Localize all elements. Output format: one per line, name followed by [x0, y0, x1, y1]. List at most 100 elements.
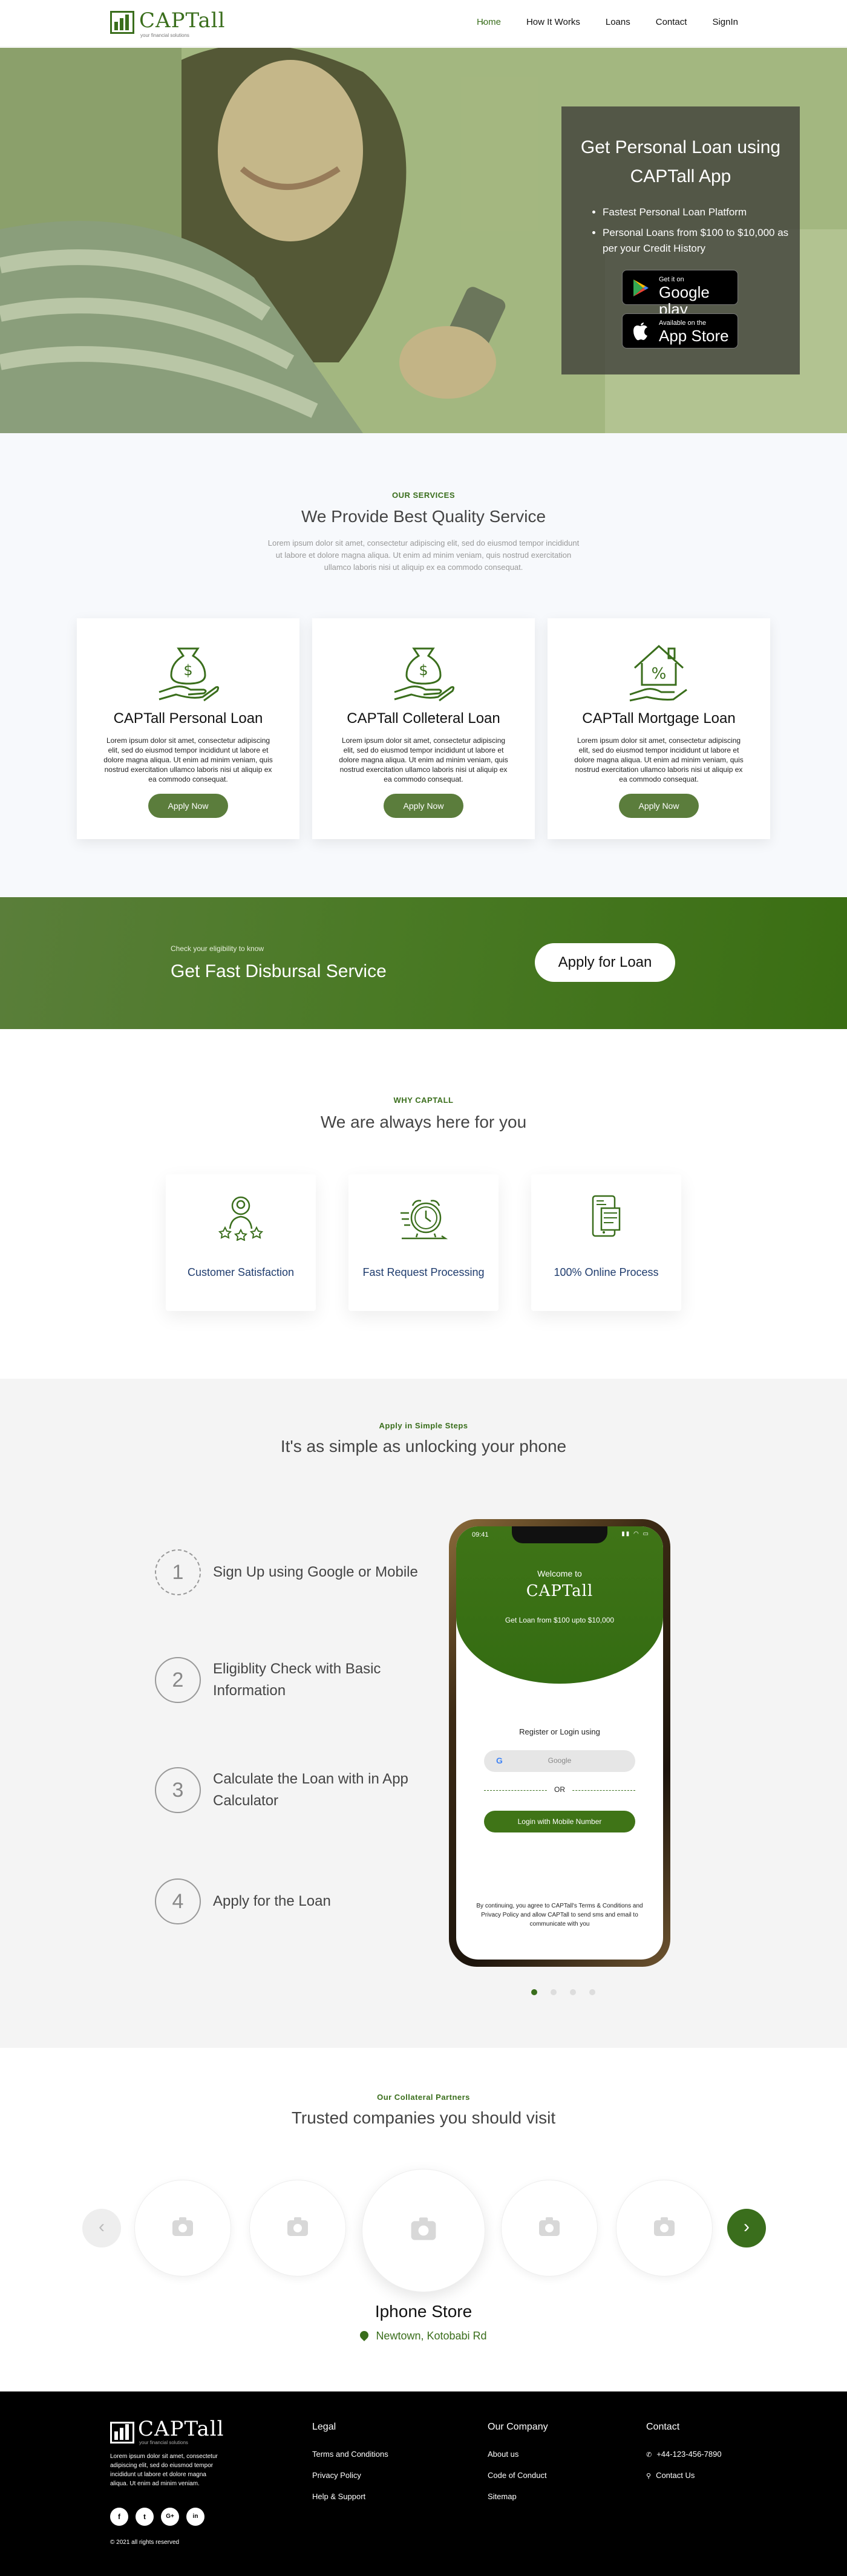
carousel-dot[interactable] [531, 1989, 537, 1995]
nav-signin[interactable]: SignIn [712, 17, 738, 27]
footer-phone[interactable]: ✆ +44-123-456-7890 [646, 2450, 722, 2459]
facebook-icon[interactable]: f [110, 2508, 128, 2526]
apply-now-button[interactable]: Apply Now [148, 794, 228, 818]
signal-battery-icon: ▮▮ ◠ ▭ [621, 1531, 650, 1537]
cta-band: Check your eligibility to know Get Fast … [0, 897, 847, 1029]
nav-contact[interactable]: Contact [656, 17, 687, 27]
mobile-document-icon [592, 1195, 621, 1237]
phone-or-label: OR [548, 1785, 572, 1794]
phone-google-button[interactable]: G Google [484, 1750, 635, 1772]
service-card-title: CAPTall Colleteral Loan [347, 710, 500, 727]
carousel-dot[interactable] [570, 1989, 576, 1995]
step-number: 1 [155, 1549, 201, 1595]
why-card-label: Fast Request Processing [362, 1266, 485, 1278]
hero-bullet: Personal Loans from $100 to $10,000 as p… [603, 225, 800, 257]
google-plus-icon[interactable]: G+ [161, 2508, 179, 2526]
google-play-button[interactable]: Get it on Google play [622, 270, 738, 318]
footer-tagline: your financial solutions [139, 2440, 188, 2445]
footer-about: Lorem ipsum dolor sit amet, consectetur … [110, 2453, 218, 2487]
carousel-dot[interactable] [589, 1989, 595, 1995]
service-card-mortgage: % CAPTall Mortgage Loan Lorem ipsum dolo… [548, 618, 770, 839]
award-stars-icon [218, 1196, 264, 1241]
hero-bullets: Fastest Personal Loan Platform Personal … [603, 204, 800, 257]
footer-col-title: Our Company [488, 2422, 548, 2432]
apply-now-button[interactable]: Apply Now [619, 794, 699, 818]
service-card-collateral: $ CAPTall Colleteral Loan Lorem ipsum do… [312, 618, 535, 839]
steps-section: Apply in Simple Steps It's as simple as … [0, 1379, 847, 2048]
step-number: 2 [155, 1657, 201, 1703]
camera-icon [411, 2217, 436, 2240]
phone-icon: ✆ [646, 2451, 652, 2459]
carousel-dots [531, 1989, 595, 1995]
footer-logo-bars-icon [110, 2422, 134, 2444]
phone-number: +44-123-456-7890 [656, 2450, 722, 2459]
money-bag-hand-icon: $ [159, 647, 220, 702]
brand-name: CAPTall [139, 8, 226, 33]
service-card-title: CAPTall Mortgage Loan [582, 710, 736, 727]
partner-logo[interactable] [501, 2180, 598, 2277]
phone-mockup: 09:41 ▮▮ ◠ ▭ Welcome to CAPTall Get Loan… [449, 1519, 670, 1967]
service-card-body: Lorem ipsum dolor sit amet, consectetur … [574, 736, 744, 783]
apply-now-button[interactable]: Apply Now [384, 794, 463, 818]
steps-kicker: Apply in Simple Steps [379, 1421, 468, 1430]
why-card-satisfaction: Customer Satisfaction [166, 1174, 316, 1311]
footer-link-sitemap[interactable]: Sitemap [488, 2492, 548, 2501]
partner-logo[interactable] [616, 2180, 713, 2277]
footer-link-conduct[interactable]: Code of Conduct [488, 2471, 548, 2480]
partners-title: Trusted companies you should visit [291, 2108, 556, 2127]
phone-google-label: Google [548, 1756, 572, 1765]
service-card-body: Lorem ipsum dolor sit amet, consectetur … [339, 736, 508, 783]
apply-for-loan-button[interactable]: Apply for Loan [535, 943, 675, 982]
brand-logo[interactable]: CAPTall your financial solutions [110, 8, 243, 38]
carousel-dot[interactable] [551, 1989, 557, 1995]
step-text: Apply for the Loan [213, 1893, 331, 1909]
nav-how-it-works[interactable]: How It Works [526, 17, 580, 27]
footer-contact-col: Contact ✆ +44-123-456-7890 ⚲ Contact Us [646, 2422, 722, 2492]
location-icon: ⚲ [646, 2473, 652, 2480]
services-title: We Provide Best Quality Service [301, 507, 546, 526]
services-lead: Lorem ipsum dolor sit amet, consectetur … [267, 538, 580, 572]
app-store-button[interactable]: Available on the App Store [622, 313, 738, 348]
google-play-label: Google play [659, 283, 710, 318]
step-text: Eligiblity Check with Basic Information [213, 1661, 381, 1699]
app-store-label: App Store [659, 327, 729, 345]
instagram-icon[interactable]: in [186, 2508, 204, 2526]
footer-link-about[interactable]: About us [488, 2450, 548, 2459]
alarm-clock-icon [401, 1200, 448, 1240]
copyright: © 2021 all rights reserved [110, 2539, 180, 2546]
partners-section: Our Collateral Partners Trusted companie… [0, 2048, 847, 2391]
svg-text:$: $ [183, 662, 192, 679]
hero-bullet: Fastest Personal Loan Platform [603, 204, 800, 220]
nav-loans[interactable]: Loans [606, 17, 630, 27]
cta-kicker: Check your eligibility to know [171, 944, 264, 953]
main-nav: Home ⌄ How It Works Loans Contact SignIn [476, 17, 738, 27]
site-footer: CAPTall your financial solutions Lorem i… [0, 2391, 847, 2576]
why-card-label: Customer Satisfaction [187, 1266, 295, 1278]
footer-company-col: Our Company About us Code of Conduct Sit… [488, 2422, 548, 2513]
partner-logo[interactable] [134, 2180, 231, 2277]
steps-title: It's as simple as unlocking your phone [280, 1437, 567, 1456]
why-section: WHY CAPTALL We are always here for you C… [0, 1029, 847, 1379]
phone-terms: By continuing, you agree to CAPTall's Te… [476, 1903, 643, 1927]
partner-logo-featured[interactable] [362, 2169, 485, 2292]
footer-link-terms[interactable]: Terms and Conditions [312, 2450, 388, 2459]
carousel-prev-button[interactable]: ‹ [82, 2209, 121, 2247]
money-bag-hand-icon: $ [394, 647, 455, 702]
footer-link-privacy[interactable]: Privacy Policy [312, 2471, 388, 2480]
services-kicker: OUR SERVICES [391, 491, 455, 500]
partner-logo[interactable] [249, 2180, 346, 2277]
step-item: 4 Apply for the Loan [155, 1878, 433, 1924]
carousel-next-button[interactable]: › [727, 2209, 766, 2247]
footer-col-title: Legal [312, 2422, 336, 2432]
why-card-label: 100% Online Process [554, 1266, 659, 1278]
footer-link-help[interactable]: Help & Support [312, 2492, 388, 2501]
featured-partner-name: Iphone Store [374, 2302, 473, 2321]
footer-contact-link[interactable]: ⚲ Contact Us [646, 2471, 722, 2480]
hero-card: Get Personal Loan using CAPTall App Fast… [561, 106, 800, 374]
hero-section: Get Personal Loan using CAPTall App Fast… [0, 48, 847, 433]
services-section: OUR SERVICES We Provide Best Quality Ser… [0, 433, 847, 897]
phone-mobile-login-button[interactable]: Login with Mobile Number [484, 1811, 635, 1832]
google-play-icon [633, 280, 649, 296]
location-text: Newtown, Kotobabi Rd [376, 2330, 487, 2342]
twitter-icon[interactable]: t [136, 2508, 154, 2526]
